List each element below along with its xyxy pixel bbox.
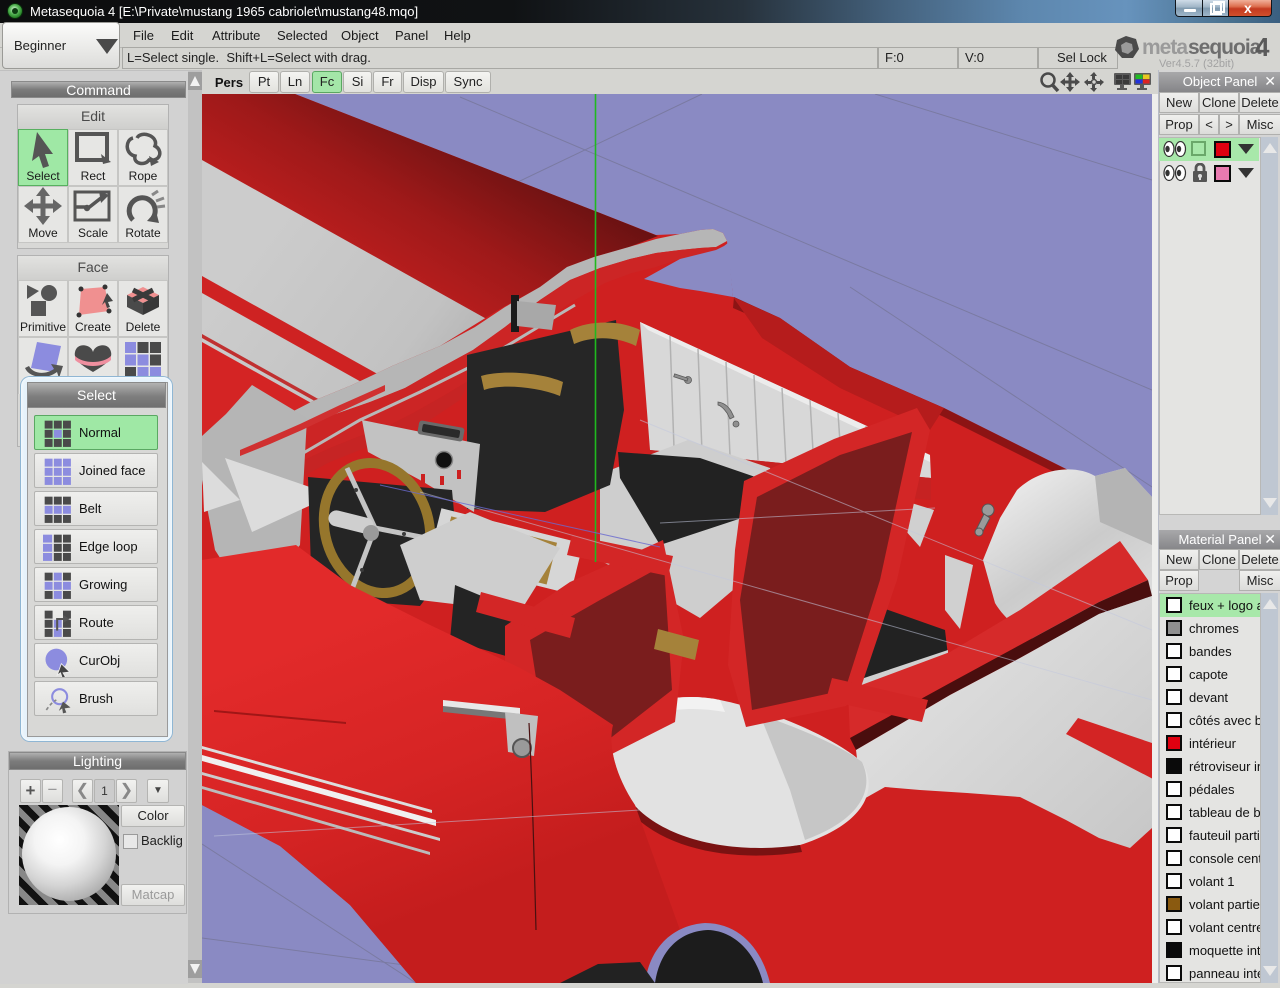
svg-text:sequoia: sequoia (1188, 36, 1262, 59)
svg-text:Ver4.5.7 (32bit): Ver4.5.7 (32bit) (1159, 58, 1234, 70)
svg-text:4: 4 (1255, 34, 1270, 62)
svg-text:meta: meta (1142, 36, 1188, 59)
